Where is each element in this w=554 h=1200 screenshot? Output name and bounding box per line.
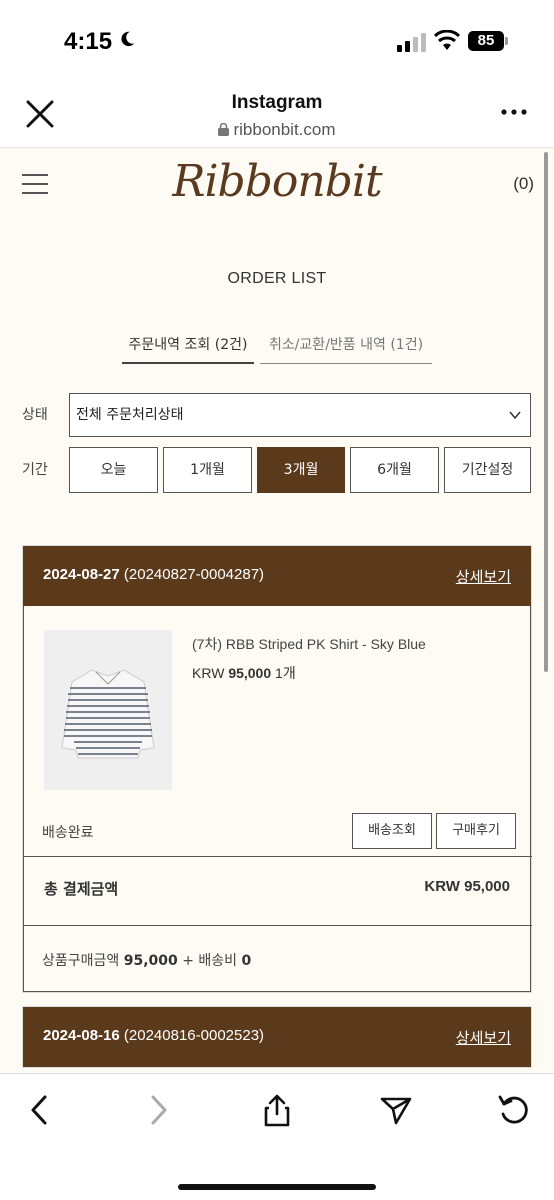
order-date: 2024-08-16 (20240816-0002523) xyxy=(43,1027,264,1044)
moon-icon xyxy=(121,31,135,47)
order-card: 2024-08-27 (20240827-0004287) 상세보기 (7차) … xyxy=(22,545,532,993)
home-indicator[interactable] xyxy=(178,1184,376,1190)
order-card: 2024-08-16 (20240816-0002523) 상세보기 xyxy=(22,1006,532,1068)
order-date: 2024-08-27 (20240827-0004287) xyxy=(43,566,264,583)
order-product: (7차) RBB Striped PK Shirt - Sky Blue KRW… xyxy=(23,606,532,926)
share-icon[interactable] xyxy=(259,1092,295,1128)
price-currency: KRW xyxy=(192,665,225,681)
summary-shipping-amount: 0 xyxy=(241,953,252,969)
write-review-button[interactable]: 구매후기 xyxy=(436,813,516,849)
order-number: (20240816-0002523) xyxy=(123,1027,265,1044)
summary-amount: 95,000 xyxy=(123,953,178,969)
track-shipping-button[interactable]: 배송조회 xyxy=(352,813,432,849)
divider xyxy=(24,856,532,857)
summary-text: 상품구매금액 95,000 + 배송비 0 xyxy=(42,950,251,970)
page-title: ORDER LIST xyxy=(227,270,327,287)
product-name[interactable]: (7차) RBB Striped PK Shirt - Sky Blue xyxy=(192,634,426,654)
period-label: 기간 xyxy=(22,462,48,478)
tab-order-history[interactable]: 주문내역 조회 (2건) xyxy=(122,334,254,364)
forward-icon[interactable] xyxy=(140,1092,176,1128)
period-1month-button[interactable]: 1개월 xyxy=(163,447,252,493)
order-summary: 상품구매금액 95,000 + 배송비 0 xyxy=(23,926,531,992)
period-today-button[interactable]: 오늘 xyxy=(69,447,158,493)
total-label: 총 결제금액 xyxy=(44,880,119,898)
order-date-value: 2024-08-27 xyxy=(43,566,120,583)
signal-icon xyxy=(397,33,426,52)
status-bar: 4:15 85 xyxy=(0,0,554,80)
site-content: Ribbonbit (0) ORDER LIST 주문내역 조회 (2건) 취소… xyxy=(0,148,554,1073)
battery-icon: 85 xyxy=(468,31,504,51)
period-3month-button[interactable]: 3개월 xyxy=(257,447,345,493)
summary-shipping-label: + 배송비 xyxy=(182,953,238,969)
browser-header: Instagram ribbonbit.com xyxy=(0,80,554,148)
cart-count[interactable]: (0) xyxy=(513,174,534,194)
refresh-icon[interactable] xyxy=(496,1092,532,1128)
status-time: 4:15 xyxy=(64,28,113,55)
lock-icon xyxy=(218,123,230,136)
order-detail-link[interactable]: 상세보기 xyxy=(456,1027,511,1048)
site-logo[interactable]: Ribbonbit xyxy=(0,156,554,207)
more-icon[interactable] xyxy=(500,102,528,122)
status-select-value: 전체 주문처리상태 xyxy=(76,407,184,423)
period-custom-button[interactable]: 기간설정 xyxy=(444,447,531,493)
order-header: 2024-08-27 (20240827-0004287) 상세보기 xyxy=(23,546,531,606)
order-detail-link[interactable]: 상세보기 xyxy=(456,566,511,587)
product-price: KRW 95,000 1개 xyxy=(192,663,296,683)
battery-tip xyxy=(505,37,508,45)
product-quantity: 1개 xyxy=(275,665,296,681)
total-value: KRW 95,000 xyxy=(424,878,510,895)
period-6month-button[interactable]: 6개월 xyxy=(350,447,439,493)
order-header: 2024-08-16 (20240816-0002523) 상세보기 xyxy=(23,1007,531,1067)
order-number: (20240827-0004287) xyxy=(123,566,265,583)
chevron-down-icon xyxy=(509,411,521,420)
wifi-icon xyxy=(434,30,460,50)
striped-shirt-image xyxy=(44,630,172,790)
back-icon[interactable] xyxy=(22,1092,58,1128)
scrollbar[interactable] xyxy=(544,152,548,672)
browser-url: ribbonbit.com xyxy=(0,120,554,140)
status-label: 상태 xyxy=(22,407,48,423)
price-amount: 95,000 xyxy=(228,665,272,681)
url-text: ribbonbit.com xyxy=(233,120,336,139)
browser-title: Instagram xyxy=(231,92,323,113)
send-icon[interactable] xyxy=(378,1092,414,1128)
shipping-status: 배송완료 xyxy=(42,825,94,841)
summary-label: 상품구매금액 xyxy=(42,953,120,969)
product-image[interactable] xyxy=(44,630,172,790)
browser-toolbar xyxy=(0,1073,554,1200)
order-date-value: 2024-08-16 xyxy=(43,1027,120,1044)
status-select[interactable]: 전체 주문처리상태 xyxy=(69,393,531,437)
tab-cancel-history[interactable]: 취소/교환/반품 내역 (1건) xyxy=(260,334,432,364)
